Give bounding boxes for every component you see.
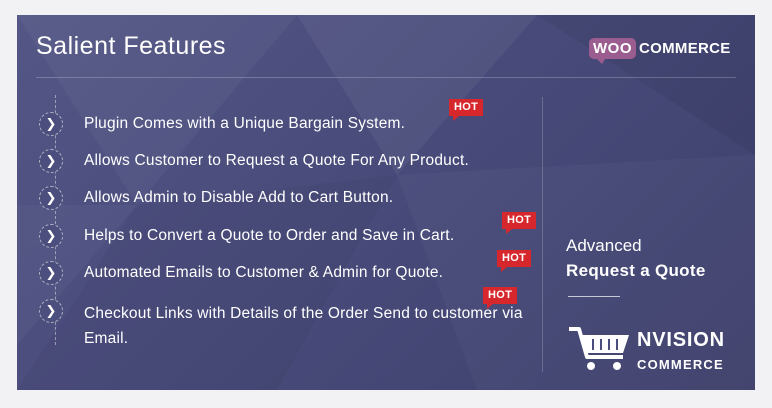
- hot-badge: HOT: [449, 99, 484, 121]
- feature-item: ❯ Allows Admin to Disable Add to Cart Bu…: [39, 186, 393, 210]
- chevron-right-icon: ❯: [39, 112, 63, 136]
- feature-item: ❯ Automated Emails to Customer & Admin f…: [39, 261, 443, 285]
- nvision-logo: NVISION COMMERCE: [567, 323, 724, 378]
- product-subtitle: Advanced: [566, 236, 642, 255]
- woo-logo-text: COMMERCE: [639, 39, 731, 57]
- chevron-right-icon: ❯: [39, 186, 63, 210]
- feature-text: Checkout Links with Details of the Order…: [84, 305, 523, 347]
- shopping-cart-icon: [569, 327, 629, 370]
- hot-badge: HOT: [483, 287, 518, 309]
- feature-item: ❯: [39, 299, 63, 323]
- feature-item: ❯ Plugin Comes with a Unique Bargain Sys…: [39, 112, 405, 136]
- chevron-right-icon: ❯: [39, 261, 63, 285]
- woocommerce-logo: WOO COMMERCE: [589, 35, 731, 64]
- feature-text: Plugin Comes with a Unique Bargain Syste…: [84, 115, 406, 132]
- chevron-right-icon: ❯: [39, 224, 63, 248]
- woo-logo-mark: WOO: [589, 37, 636, 64]
- features-banner: Salient Features WOO COMMERCE ❯ Plugin C…: [17, 15, 755, 390]
- feature-item: ❯ Allows Customer to Request a Quote For…: [39, 149, 469, 173]
- brand-name: NVISION: [637, 329, 725, 351]
- vertical-divider: [542, 97, 543, 372]
- hot-badge: HOT: [497, 250, 532, 272]
- feature-item: ❯ Helps to Convert a Quote to Order and …: [39, 224, 454, 248]
- feature-text: Allows Admin to Disable Add to Cart Butt…: [84, 189, 394, 206]
- brand-tagline: COMMERCE: [637, 357, 724, 372]
- product-divider: [568, 296, 620, 297]
- chevron-right-icon: ❯: [39, 149, 63, 173]
- hot-badge: HOT: [502, 212, 537, 234]
- chevron-right-icon: ❯: [39, 299, 63, 323]
- feature-text: Automated Emails to Customer & Admin for…: [84, 264, 444, 281]
- feature-text: Allows Customer to Request a Quote For A…: [84, 152, 469, 169]
- product-name: Request a Quote: [566, 261, 706, 280]
- feature-text: Helps to Convert a Quote to Order and Sa…: [84, 227, 455, 244]
- header-divider: [36, 77, 736, 78]
- page-title: Salient Features: [36, 32, 227, 60]
